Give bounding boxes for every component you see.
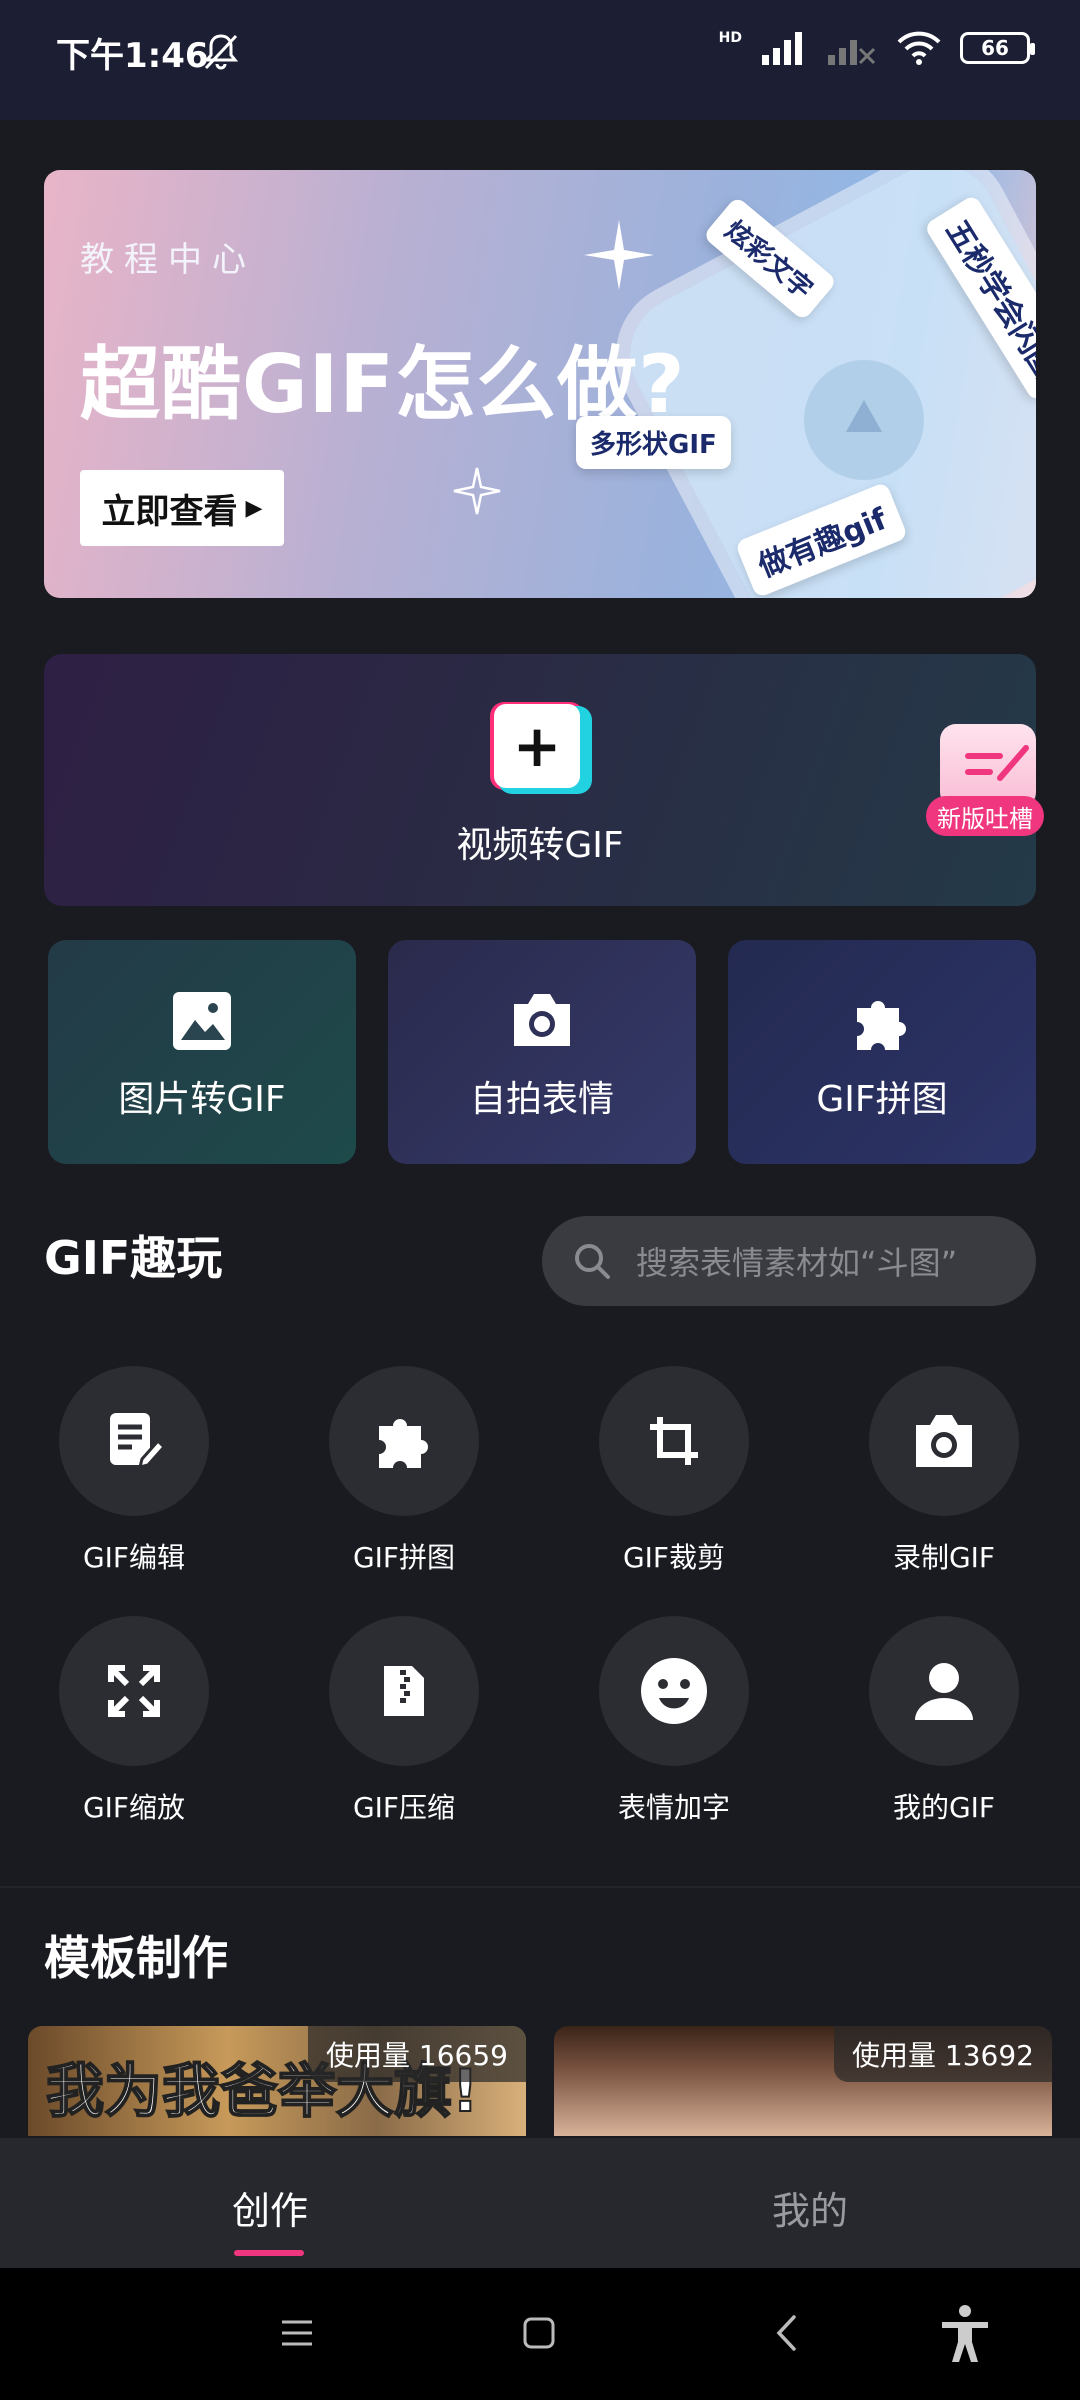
tool-label: GIF缩放 xyxy=(82,1791,186,1824)
tool-gif-edit[interactable]: GIF编辑 xyxy=(24,1366,244,1576)
video-to-gif-label: 视频转GIF xyxy=(456,825,624,866)
nav-tab-mine[interactable]: 我的 xyxy=(772,2180,848,2235)
wifi-icon xyxy=(897,31,941,65)
tool-gif-crop[interactable]: GIF裁剪 xyxy=(564,1366,784,1576)
zip-file-icon xyxy=(329,1616,479,1766)
image-to-gif-tile[interactable]: 图片转GIF xyxy=(48,940,356,1164)
status-time: 下午1:46 xyxy=(56,36,209,76)
divider xyxy=(0,1886,1080,1888)
selfie-emoji-tile[interactable]: 自拍表情 xyxy=(388,940,696,1164)
battery-level: 66 xyxy=(981,36,1009,60)
back-icon[interactable] xyxy=(774,2314,800,2356)
system-nav-bar xyxy=(0,2268,1080,2400)
person-icon xyxy=(869,1616,1019,1766)
camera-icon xyxy=(869,1366,1019,1516)
search-icon xyxy=(575,1244,610,1279)
status-bar: 下午1:46 HD 66 xyxy=(0,0,1080,120)
template-card[interactable]: 我为我爸举大旗! 使用量 16659 xyxy=(28,2026,526,2136)
tool-label: GIF编辑 xyxy=(82,1541,186,1574)
usage-badge: 使用量 16659 xyxy=(308,2026,526,2082)
puzzle-icon xyxy=(329,1366,479,1516)
menu-icon[interactable] xyxy=(280,2316,314,2354)
tool-gif-compress[interactable]: GIF压缩 xyxy=(294,1616,514,1826)
active-tab-indicator xyxy=(234,2250,304,2256)
banner-subtitle: 教程中心 xyxy=(80,240,256,280)
edit-icon xyxy=(59,1366,209,1516)
tutorial-banner[interactable]: 教程中心 超酷GIF怎么做? 立即查看 ▶ 炫彩文字 五秒学会闪图 多形状GIF… xyxy=(44,170,1036,598)
nav-tab-create[interactable]: 创作 xyxy=(232,2180,308,2235)
banner-tag: 多形状GIF xyxy=(576,416,731,469)
usage-badge: 使用量 13692 xyxy=(834,2026,1052,2082)
play-icon xyxy=(804,360,924,480)
accessibility-icon[interactable] xyxy=(938,2304,992,2368)
view-now-label: 立即查看 xyxy=(101,491,238,532)
search-placeholder: 搜索表情素材如“斗图” xyxy=(636,1244,958,1282)
tool-label: GIF压缩 xyxy=(352,1791,456,1824)
tile-label: GIF拼图 xyxy=(816,1079,948,1120)
template-card[interactable]: 使用量 13692 xyxy=(554,2026,1052,2136)
battery-icon: 66 xyxy=(960,32,1035,64)
image-icon xyxy=(48,990,356,1052)
tool-my-gif[interactable]: 我的GIF xyxy=(834,1616,1054,1826)
add-video-icon[interactable]: + xyxy=(490,702,592,794)
signal-weak-icon xyxy=(828,40,876,65)
crop-icon xyxy=(599,1366,749,1516)
tool-label: 我的GIF xyxy=(892,1791,996,1824)
tool-label: 表情加字 xyxy=(617,1791,730,1824)
sparkle-icon xyxy=(584,220,654,294)
tile-label: 图片转GIF xyxy=(118,1079,286,1120)
tool-emoji-text[interactable]: 表情加字 xyxy=(564,1616,784,1826)
tool-gif-collage[interactable]: GIF拼图 xyxy=(294,1366,514,1576)
camera-icon xyxy=(388,990,696,1050)
signal-strong-icon xyxy=(762,32,802,65)
home-icon[interactable] xyxy=(522,2316,556,2354)
view-now-button[interactable]: 立即查看 ▶ xyxy=(80,470,284,546)
puzzle-icon xyxy=(728,990,1036,1056)
gif-fun-title: GIF趣玩 xyxy=(44,1231,223,1285)
tool-record-gif[interactable]: 录制GIF xyxy=(834,1366,1054,1576)
gif-collage-tile[interactable]: GIF拼图 xyxy=(728,940,1036,1164)
mute-bell-icon xyxy=(198,30,244,78)
feedback-badge[interactable]: 新版吐槽 xyxy=(926,796,1044,836)
tool-label: GIF裁剪 xyxy=(622,1541,726,1574)
play-triangle-icon: ▶ xyxy=(245,495,263,521)
expand-icon xyxy=(59,1616,209,1766)
sparkle-outline-icon xyxy=(452,466,502,520)
hd-label: HD xyxy=(718,30,742,46)
bottom-nav xyxy=(0,2138,1080,2268)
smiley-icon xyxy=(599,1616,749,1766)
search-input[interactable]: 搜索表情素材如“斗图” xyxy=(542,1216,1036,1306)
tool-label: GIF拼图 xyxy=(352,1541,456,1574)
tool-label: 录制GIF xyxy=(892,1541,996,1574)
tile-label: 自拍表情 xyxy=(469,1079,614,1120)
status-icons: HD 66 xyxy=(718,30,1035,66)
templates-title: 模板制作 xyxy=(44,1931,228,1985)
tool-gif-resize[interactable]: GIF缩放 xyxy=(24,1616,244,1826)
